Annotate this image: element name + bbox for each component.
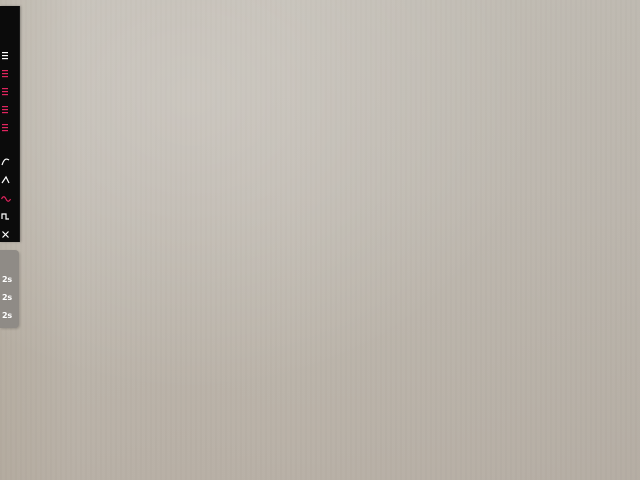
list-tool-button[interactable] xyxy=(0,120,19,136)
line-icon xyxy=(1,175,10,184)
list-icon xyxy=(2,52,8,60)
list-icon xyxy=(2,88,8,96)
speed-option-label: 2s xyxy=(2,275,12,284)
speed-option-button[interactable]: 2s xyxy=(0,309,19,323)
list-icon xyxy=(2,124,8,132)
list-tool-button[interactable] xyxy=(0,102,19,118)
step-icon xyxy=(1,213,9,220)
list-icon xyxy=(2,106,8,114)
wave-tool-button[interactable] xyxy=(0,190,19,206)
speed-option-label: 2s xyxy=(2,311,12,320)
wave-icon xyxy=(0,196,12,202)
line-tool-button[interactable] xyxy=(0,172,19,188)
tool-sidebar xyxy=(0,6,20,242)
step-tool-button[interactable] xyxy=(0,208,19,224)
curve-tool-button[interactable] xyxy=(0,154,19,170)
speed-option-label: 2s xyxy=(2,293,12,302)
list-tool-button[interactable] xyxy=(0,84,19,100)
speed-option-button[interactable]: 2s xyxy=(0,291,19,305)
speed-panel: 2s 2s 2s xyxy=(0,250,19,328)
list-icon xyxy=(2,70,8,78)
speed-option-button[interactable]: 2s xyxy=(0,273,19,287)
close-tool-button[interactable] xyxy=(0,226,19,242)
curve-icon xyxy=(1,158,10,166)
background xyxy=(0,0,640,480)
list-tool-button[interactable] xyxy=(0,66,19,82)
list-tool-button[interactable] xyxy=(0,48,19,64)
close-icon xyxy=(2,231,9,238)
